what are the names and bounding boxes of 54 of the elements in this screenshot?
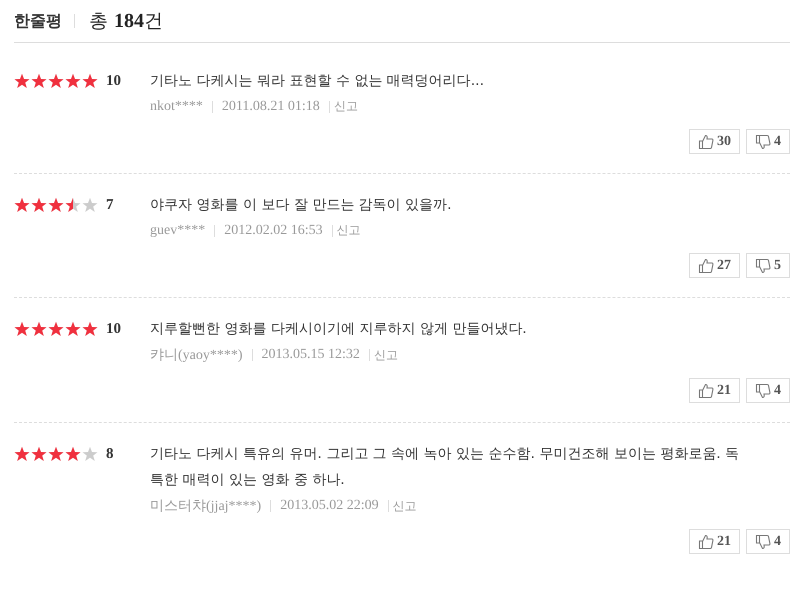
author: nkot****	[150, 98, 203, 114]
date: 2011.08.21 01:18	[222, 98, 320, 114]
like-button[interactable]: 27	[689, 253, 740, 278]
star-icon	[48, 197, 64, 213]
like-button[interactable]: 21	[689, 529, 740, 554]
review-text: 기타노 다케시는 뭐라 표현할 수 없는 매력덩어리다...	[150, 72, 486, 91]
dislike-button[interactable]: 4	[746, 529, 790, 554]
like-button[interactable]: 21	[689, 378, 740, 403]
star-icon	[48, 321, 64, 337]
score: 10	[106, 321, 122, 339]
star-icon	[65, 197, 81, 213]
star-icon	[82, 321, 98, 337]
thumbs-down-icon	[755, 382, 771, 398]
star-icon	[82, 73, 98, 89]
date: 2013.05.15 12:32	[262, 347, 360, 363]
star-icon	[48, 73, 64, 89]
star-icon	[65, 446, 81, 462]
thumbs-up-icon	[698, 134, 714, 150]
star-icon	[31, 321, 47, 337]
star-icon	[14, 446, 30, 462]
star-icon	[65, 321, 81, 337]
thumbs-down-icon	[755, 534, 771, 550]
thumbs-down-icon	[755, 134, 771, 150]
star-icon	[82, 197, 98, 213]
date: 2013.05.02 22:09	[280, 498, 379, 514]
score: 10	[106, 73, 122, 91]
star-icon	[14, 321, 30, 337]
star-icon	[48, 446, 64, 462]
review-text: 기타노 다케시 특유의 유머. 그리고 그 속에 녹아 있는 순수함. 무미건조해 보이는 평화로움. 독특한 매력이 있는 영화 중 하나.	[150, 445, 740, 490]
score: 7	[106, 197, 114, 215]
star-icon	[14, 73, 30, 89]
review-text: 지루할뻔한 영화를 다케시이기에 지루하지 않게 만들어냈다.	[150, 320, 528, 339]
dislike-button[interactable]: 4	[746, 378, 790, 403]
star-icon	[31, 73, 47, 89]
star-icon	[31, 197, 47, 213]
star-icon	[65, 73, 81, 89]
thumbs-up-icon	[698, 258, 714, 274]
section-title: 한줄평	[14, 10, 62, 32]
author: guev****	[150, 222, 206, 238]
star-icon	[14, 197, 30, 213]
like-button[interactable]: 30	[689, 129, 740, 154]
dislike-button[interactable]: 4	[746, 129, 790, 154]
star-icon	[31, 446, 47, 462]
review-text: 야쿠자 영화를 이 보다 잘 만드는 감독이 있을까.	[150, 196, 453, 215]
date: 2012.02.02 16:53	[224, 222, 323, 238]
author: 미스터챠(jjaj****)	[150, 498, 262, 515]
star-icon	[82, 446, 98, 462]
thumbs-down-icon	[755, 258, 771, 274]
author: 캬니(yaoy****)	[150, 347, 243, 364]
total-count: 총 184건	[89, 9, 164, 34]
score: 8	[106, 446, 114, 464]
thumbs-up-icon	[698, 534, 714, 550]
thumbs-up-icon	[698, 382, 714, 398]
dislike-button[interactable]: 5	[746, 253, 790, 278]
